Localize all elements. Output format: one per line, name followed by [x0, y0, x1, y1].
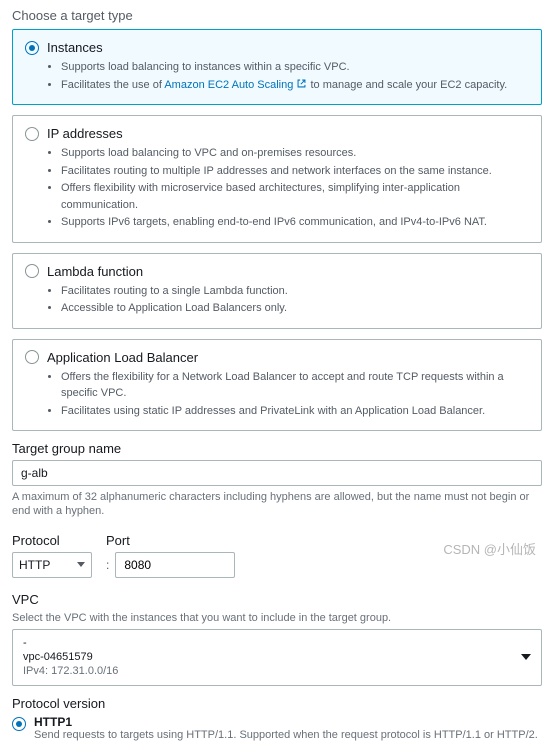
bullet: Accessible to Application Load Balancers… — [61, 300, 529, 317]
opt-label: Lambda function — [47, 264, 143, 279]
external-link-icon — [296, 78, 307, 89]
colon: : — [106, 558, 109, 572]
section-title: Choose a target type — [12, 8, 542, 23]
target-type-instances[interactable]: Instances Supports load balancing to ins… — [12, 29, 542, 105]
opt-label: Application Load Balancer — [47, 350, 198, 365]
chevron-down-icon — [521, 654, 531, 660]
vpc-helper: Select the VPC with the instances that y… — [12, 611, 542, 625]
opt-label: Instances — [47, 40, 103, 55]
vpc-dash: - — [23, 636, 118, 650]
auto-scaling-link[interactable]: Amazon EC2 Auto Scaling — [164, 79, 307, 91]
bullet: Offers the flexibility for a Network Loa… — [61, 369, 529, 402]
bullet: Supports load balancing to VPC and on-pr… — [61, 145, 529, 162]
proto-version-http1[interactable]: HTTP1 Send requests to targets using HTT… — [12, 715, 542, 741]
bullet: Supports load balancing to instances wit… — [61, 59, 529, 76]
tg-name-helper: A maximum of 32 alphanumeric characters … — [12, 490, 542, 519]
radio-lambda[interactable] — [25, 264, 39, 278]
protocol-value: HTTP — [19, 558, 50, 572]
protocol-label: Protocol — [12, 533, 92, 548]
bullet: Offers flexibility with microservice bas… — [61, 180, 529, 213]
protocol-select[interactable]: HTTP — [12, 552, 92, 578]
watermark: CSDN @小仙饭 — [443, 539, 536, 558]
bullet: Facilitates routing to multiple IP addre… — [61, 163, 529, 180]
vpc-select[interactable]: - vpc-04651579 IPv4: 172.31.0.0/16 — [12, 629, 542, 686]
vpc-label: VPC — [12, 592, 542, 607]
target-type-lambda[interactable]: Lambda function Facilitates routing to a… — [12, 253, 542, 329]
tg-name-input[interactable] — [12, 460, 542, 486]
tg-name-label: Target group name — [12, 441, 542, 456]
target-type-ip[interactable]: IP addresses Supports load balancing to … — [12, 115, 542, 243]
vpc-cidr: IPv4: 172.31.0.0/16 — [23, 664, 118, 678]
port-input[interactable] — [115, 552, 235, 578]
chevron-down-icon — [77, 562, 85, 567]
target-type-alb[interactable]: Application Load Balancer Offers the fle… — [12, 339, 542, 432]
radio-http1[interactable] — [12, 717, 26, 731]
vpc-id: vpc-04651579 — [23, 650, 118, 664]
bullet: Facilitates the use of Amazon EC2 Auto S… — [61, 77, 529, 94]
pv-helper: Send requests to targets using HTTP/1.1.… — [34, 729, 538, 741]
bullet: Facilitates using static IP addresses an… — [61, 403, 529, 420]
bullet: Facilitates routing to a single Lambda f… — [61, 283, 529, 300]
opt-label: IP addresses — [47, 126, 123, 141]
pv-label: HTTP1 — [34, 715, 538, 729]
bullet: Supports IPv6 targets, enabling end-to-e… — [61, 214, 529, 231]
radio-ip[interactable] — [25, 127, 39, 141]
proto-version-label: Protocol version — [12, 696, 542, 711]
port-label: Port — [106, 533, 235, 548]
radio-instances[interactable] — [25, 41, 39, 55]
radio-alb[interactable] — [25, 350, 39, 364]
